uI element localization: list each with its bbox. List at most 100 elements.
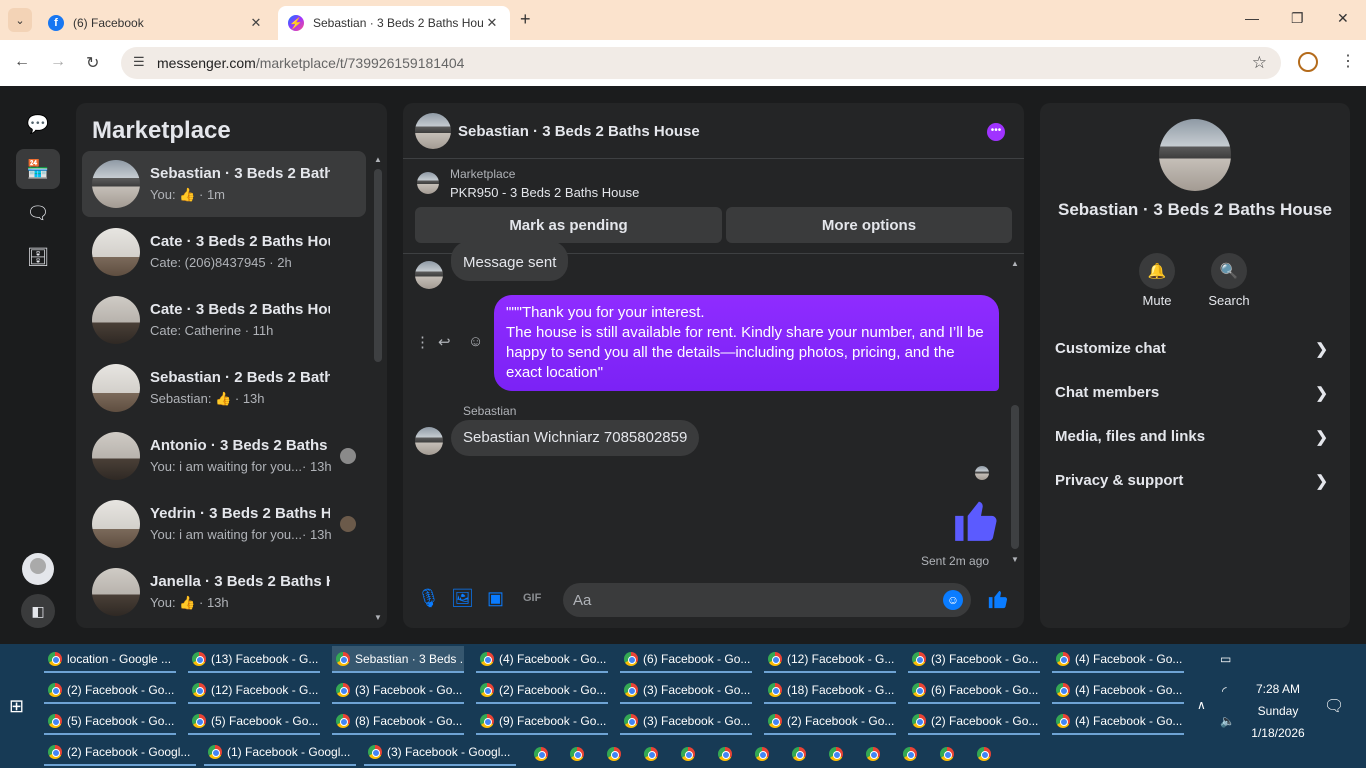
taskbar-window-button[interactable]: (4) Facebook - Go... xyxy=(1052,646,1184,673)
profile-icon[interactable] xyxy=(1298,52,1318,72)
tab-search-button[interactable]: ⌄ xyxy=(8,8,32,32)
conversation-item[interactable]: Cate · 3 Beds 2 Baths House Cate: (206)8… xyxy=(82,219,366,285)
info-avatar[interactable] xyxy=(1159,119,1231,191)
taskbar-window-button[interactable]: (2) Facebook - Go... xyxy=(44,677,176,704)
gif-icon[interactable]: GIF xyxy=(523,592,541,604)
close-window-button[interactable]: ✕ xyxy=(1337,10,1349,27)
url-bar[interactable]: ☰ messenger.com/marketplace/t/7399261591… xyxy=(121,47,1281,79)
taskbar-window-button[interactable]: (2) Facebook - Go... xyxy=(476,677,608,704)
conversation-item[interactable]: Sebastian · 2 Beds 2 Baths House Sebasti… xyxy=(82,355,366,421)
taskbar-window-button[interactable]: (3) Facebook - Go... xyxy=(620,677,752,704)
chrome-icon[interactable] xyxy=(940,747,954,761)
chat-avatar[interactable] xyxy=(415,113,451,149)
windows-start-icon[interactable]: ⊞ xyxy=(9,696,24,717)
customize-chat-row[interactable]: Customize chat ❯ xyxy=(1055,340,1340,358)
conversation-info-icon[interactable]: ••• xyxy=(987,123,1005,141)
conversation-item[interactable]: Sebastian · 3 Beds 2 Baths House You: 👍 … xyxy=(82,151,366,217)
close-tab-icon[interactable]: ✕ xyxy=(484,15,500,31)
chrome-icon[interactable] xyxy=(866,747,880,761)
conversation-item[interactable]: Yedrin · 3 Beds 2 Baths House You: i am … xyxy=(82,491,366,557)
taskbar-window-button[interactable]: (2) Facebook - Go... xyxy=(908,708,1040,735)
taskbar-window-button[interactable]: (3) Facebook - Go... xyxy=(332,677,464,704)
taskbar-window-button[interactable]: (12) Facebook - G... xyxy=(764,646,896,673)
chat-members-row[interactable]: Chat members ❯ xyxy=(1055,384,1340,402)
back-button[interactable]: ← xyxy=(14,53,30,71)
microphone-icon[interactable]: 🎙 xyxy=(417,588,440,609)
message-input[interactable] xyxy=(573,590,933,610)
battery-icon[interactable]: ▭ xyxy=(1220,652,1231,666)
volume-icon[interactable]: 🔈 xyxy=(1220,714,1235,728)
taskbar-window-button[interactable]: (6) Facebook - Go... xyxy=(620,646,752,673)
taskbar-window-button[interactable]: (2) Facebook - Googl... xyxy=(44,739,196,766)
chrome-icon[interactable] xyxy=(681,747,695,761)
large-like-icon[interactable] xyxy=(951,495,1001,545)
mark-as-pending-button[interactable]: Mark as pending xyxy=(415,207,722,243)
photo-icon[interactable]: 🖼 xyxy=(451,588,474,609)
reload-button[interactable]: ↻ xyxy=(86,53,99,73)
forward-button[interactable]: → xyxy=(50,53,66,71)
listing-title[interactable]: PKR950 - 3 Beds 2 Baths House xyxy=(450,185,639,200)
taskbar-clock[interactable]: 7:28 AM Sunday 1/18/2026 xyxy=(1246,678,1310,744)
taskbar-window-button[interactable]: (3) Facebook - Go... xyxy=(908,646,1040,673)
chat-scroll-up-arrow[interactable]: ▲ xyxy=(1011,259,1019,268)
chats-icon[interactable]: 💬 xyxy=(16,104,60,144)
site-info-icon[interactable]: ☰ xyxy=(133,54,145,70)
chrome-icon[interactable] xyxy=(534,747,548,761)
conversation-item[interactable]: Antonio · 3 Beds 2 Baths House You: i am… xyxy=(82,423,366,489)
chrome-icon[interactable] xyxy=(792,747,806,761)
emoji-icon[interactable]: ☺ xyxy=(943,590,963,610)
browser-menu-icon[interactable]: ⋮ xyxy=(1340,51,1356,71)
chat-scroll-down-arrow[interactable]: ▼ xyxy=(1011,555,1019,564)
taskbar-window-button[interactable]: (6) Facebook - Go... xyxy=(908,677,1040,704)
taskbar-window-button[interactable]: (12) Facebook - G... xyxy=(188,677,320,704)
taskbar-window-button[interactable]: (5) Facebook - Go... xyxy=(44,708,176,735)
more-actions-icon[interactable]: ⋮ xyxy=(415,333,430,351)
conversation-item[interactable]: Cate · 3 Beds 2 Baths House Cate: Cather… xyxy=(82,287,366,353)
bookmark-star-icon[interactable]: ☆ xyxy=(1252,53,1267,73)
react-icon[interactable]: ☺ xyxy=(468,333,483,350)
reply-icon[interactable]: ↩ xyxy=(438,333,451,351)
conversation-item[interactable]: Janella · 3 Beds 2 Baths House You: 👍 · … xyxy=(82,559,366,625)
mute-bell-icon[interactable]: 🔔 xyxy=(1139,253,1175,289)
message-bubble[interactable]: Message sent xyxy=(451,241,569,281)
chrome-icon[interactable] xyxy=(755,747,769,761)
chrome-icon[interactable] xyxy=(829,747,843,761)
sticker-icon[interactable]: ▣ xyxy=(487,588,504,609)
tray-chevron-up-icon[interactable]: ∧ xyxy=(1197,698,1206,712)
close-tab-icon[interactable]: ✕ xyxy=(248,15,264,31)
requests-icon[interactable]: 🗨 xyxy=(16,193,60,233)
media-files-links-row[interactable]: Media, files and links ❯ xyxy=(1055,428,1340,446)
new-tab-button[interactable]: + xyxy=(520,9,531,30)
taskbar-window-button[interactable]: (3) Facebook - Googl... xyxy=(364,739,516,766)
taskbar-window-button[interactable]: (4) Facebook - Go... xyxy=(1052,708,1184,735)
toggle-panel-icon[interactable]: ◧ xyxy=(21,594,55,628)
taskbar-window-button[interactable]: (5) Facebook - Go... xyxy=(188,708,320,735)
taskbar-window-button[interactable]: Sebastian · 3 Beds ... xyxy=(332,646,464,673)
privacy-support-row[interactable]: Privacy & support ❯ xyxy=(1055,472,1340,490)
message-bubble[interactable]: Sebastian Wichniarz 7085802859 xyxy=(451,420,700,456)
chrome-icon[interactable] xyxy=(903,747,917,761)
taskbar-window-button[interactable]: (4) Facebook - Go... xyxy=(1052,677,1184,704)
chrome-icon[interactable] xyxy=(644,747,658,761)
scroll-up-arrow[interactable]: ▲ xyxy=(374,155,382,164)
chrome-icon[interactable] xyxy=(977,747,991,761)
archive-icon[interactable]: 🗄 xyxy=(16,237,60,277)
wifi-icon[interactable]: ◜ xyxy=(1222,684,1227,698)
chat-scrollbar[interactable] xyxy=(1011,405,1019,549)
like-send-icon[interactable] xyxy=(987,588,1009,610)
chat-title[interactable]: Sebastian · 3 Beds 2 Baths House xyxy=(458,123,700,140)
taskbar-window-button[interactable]: (13) Facebook - G... xyxy=(188,646,320,673)
more-options-button[interactable]: More options xyxy=(726,207,1012,243)
chrome-icon[interactable] xyxy=(718,747,732,761)
message-bubble-outgoing[interactable]: """Thank you for your interest. The hous… xyxy=(494,295,999,391)
taskbar-window-button[interactable]: (18) Facebook - G... xyxy=(764,677,896,704)
chrome-icon[interactable] xyxy=(570,747,584,761)
marketplace-icon[interactable]: 🏪 xyxy=(16,149,60,189)
search-icon[interactable]: 🔍 xyxy=(1211,253,1247,289)
minimize-button[interactable]: — xyxy=(1245,10,1259,26)
scroll-down-arrow[interactable]: ▼ xyxy=(374,613,382,622)
restore-button[interactable]: ❐ xyxy=(1291,10,1304,27)
taskbar-window-button[interactable]: (1) Facebook - Googl... xyxy=(204,739,356,766)
taskbar-window-button[interactable]: location - Google ... xyxy=(44,646,176,673)
taskbar-window-button[interactable]: (8) Facebook - Go... xyxy=(332,708,464,735)
